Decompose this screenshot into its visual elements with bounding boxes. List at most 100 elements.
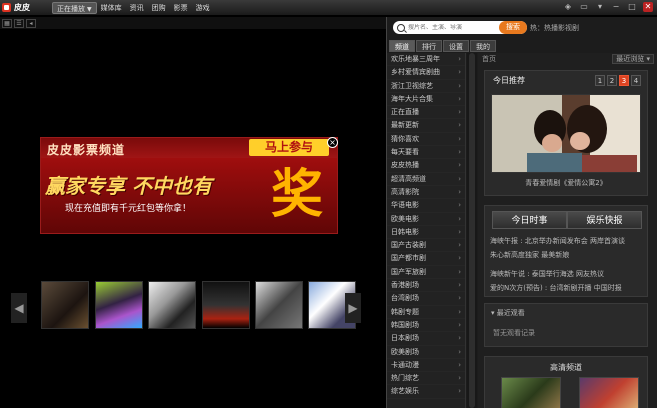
category-item[interactable]: 台湾剧场 › [387,292,465,306]
category-item[interactable]: 最新更新 › [387,119,465,133]
chevron-right-icon: › [458,94,461,103]
mini-mode-icon[interactable]: ▭ [579,2,589,12]
category-item[interactable]: 高清影院 › [387,186,465,200]
category-label: 最新更新 [391,121,419,130]
back-icon[interactable]: ◂ [26,18,36,28]
category-item[interactable]: 欢乐地暴三周年 › [387,53,465,67]
category-item[interactable]: 综艺娱乐 › [387,385,465,399]
grid-view-icon[interactable]: ▦ [2,18,12,28]
category-item[interactable]: 超清高频道 › [387,173,465,186]
page-button[interactable]: 4 [631,75,641,86]
app-name: 皮皮 [14,3,30,12]
search-button[interactable]: 搜索 [499,21,527,34]
page-button[interactable]: 1 [595,75,605,86]
page-button[interactable]: 2 [607,75,617,86]
category-label: 台湾剧场 [391,294,419,303]
recent-browse-dropdown[interactable]: 最近浏览 ▾ [612,54,654,64]
poster-thumb[interactable] [148,281,196,329]
poster-thumb[interactable] [255,281,303,329]
tab-ranking[interactable]: 排行 [416,40,442,52]
history-header[interactable]: ▾ 最近观看 [491,308,525,318]
minimize-icon[interactable]: − [611,2,621,12]
tab-games[interactable]: 游戏 [192,2,214,14]
tab-channel[interactable]: 频道 [389,40,415,52]
skin-icon[interactable]: ◈ [563,2,573,12]
category-item[interactable]: 国产古装剧 › [387,239,465,253]
category-item[interactable]: 日本剧场 › [387,332,465,346]
category-scrollbar[interactable] [467,53,477,408]
category-item[interactable]: 每天要看 › [387,146,465,160]
chevron-right-icon: › [458,307,461,316]
ad-close-icon[interactable]: × [327,137,338,148]
category-item[interactable]: 浙江卫视综艺 › [387,80,465,93]
category-item[interactable]: 国产都市剧 › [387,252,465,266]
category-item[interactable]: 乡村爱情宾剧曲 › [387,66,465,80]
recommend-image[interactable] [491,94,641,173]
chevron-right-icon: › [458,267,461,276]
tab-news[interactable]: 资讯 [126,2,148,14]
search-icon [397,23,405,32]
category-item[interactable]: 香港剧场 › [387,279,465,293]
hd-thumb[interactable] [579,377,639,408]
category-item[interactable]: 日韩电影 › [387,226,465,240]
category-label: 每天要看 [391,148,419,157]
hot-search-link[interactable]: 热：热播影视剧 [530,23,579,33]
pps-player-window: 皮皮 正在播放 ▼ 媒体库 资讯 团购 影票 游戏 ◈ ▭ ▾ − □ ✕ ▦ ☰… [0,0,657,408]
news-item[interactable]: 海峡新午说 : 泰国举行海选 网友热议 [490,269,644,279]
category-item[interactable]: 韩剧专题 › [387,306,465,319]
hd-thumb[interactable] [501,377,561,408]
menu-icon[interactable]: ▾ [595,2,605,12]
tab-settings[interactable]: 设置 [443,40,469,52]
news-item[interactable]: 朱心新高度独家 最美新娘 [490,250,644,260]
ad-join-button[interactable]: 马上参与 [249,139,329,156]
hd-channel-title: 高清频道 [550,363,582,372]
poster-thumb[interactable] [202,281,250,329]
tab-entertainment-news[interactable]: 娱乐快报 [567,211,642,229]
tab-media-library[interactable]: 媒体库 [97,2,126,14]
tab-today-news[interactable]: 今日时事 [492,211,567,229]
category-item[interactable]: 国产军旅剧 › [387,266,465,280]
search-input[interactable] [408,24,486,31]
poster-thumb[interactable] [41,281,89,329]
page-button-active[interactable]: 3 [619,75,629,86]
news-item[interactable]: 海峡午报 : 北京举办新闻发布会 两岸首演谈 [490,236,644,246]
breadcrumb[interactable]: 首页 [482,54,496,64]
maximize-icon[interactable]: □ [627,2,637,12]
scrollbar-thumb[interactable] [469,53,475,408]
category-label: 日韩电影 [391,227,419,236]
news-item[interactable]: 爱的N次方(预告) : 台湾新剧开播 中国时报 [490,283,644,293]
category-label: 国产军旅剧 [391,267,426,276]
list-view-icon[interactable]: ☰ [14,18,24,28]
recommend-pager: 1 2 3 4 [595,75,641,86]
category-label: 欧美剧场 [391,347,419,356]
dropdown-arrow-icon[interactable]: ▼ [87,6,92,13]
carousel-next-icon[interactable]: ▶ [345,293,361,323]
category-item[interactable]: 猜你喜欢 › [387,133,465,147]
recommend-caption[interactable]: 青春爱情剧《爱情公寓2》 [485,178,647,188]
category-label: 超清高频道 [391,174,426,183]
tab-now-playing[interactable]: 正在播放 ▼ [52,1,97,14]
tab-tickets[interactable]: 影票 [170,2,192,14]
category-item[interactable]: 欧美电影 › [387,213,465,226]
category-item[interactable]: 卡通动漫 › [387,359,465,373]
close-icon[interactable]: ✕ [643,2,653,12]
category-label: 韩剧专题 [391,307,419,316]
category-item[interactable]: 热门综艺 › [387,372,465,386]
chevron-right-icon: › [458,294,461,303]
carousel-prev-icon[interactable]: ◀ [11,293,27,323]
tab-mine[interactable]: 我的 [470,40,496,52]
category-label: 香港剧场 [391,281,419,290]
category-item[interactable]: 正在直播 › [387,106,465,120]
category-label: 欧美电影 [391,214,419,223]
category-item[interactable]: 皮皮热播 › [387,159,465,173]
tab-group-buy[interactable]: 团购 [148,2,170,14]
recent-browse-label: 最近浏览 [616,55,645,63]
ad-banner[interactable]: 皮皮影票频道 马上参与 赢家专享 不中也有 现在充值即有千元红包等你拿！ 奖 [40,137,338,234]
category-item[interactable]: 韩国剧场 › [387,319,465,333]
category-item[interactable]: 华语电影 › [387,199,465,213]
sidebar-tabs: 频道 排行 设置 我的 [389,40,496,52]
poster-thumb[interactable] [95,281,143,329]
category-item[interactable]: 海年大片合集 › [387,93,465,107]
chevron-right-icon: › [458,121,461,130]
category-item[interactable]: 欧美剧场 › [387,346,465,359]
